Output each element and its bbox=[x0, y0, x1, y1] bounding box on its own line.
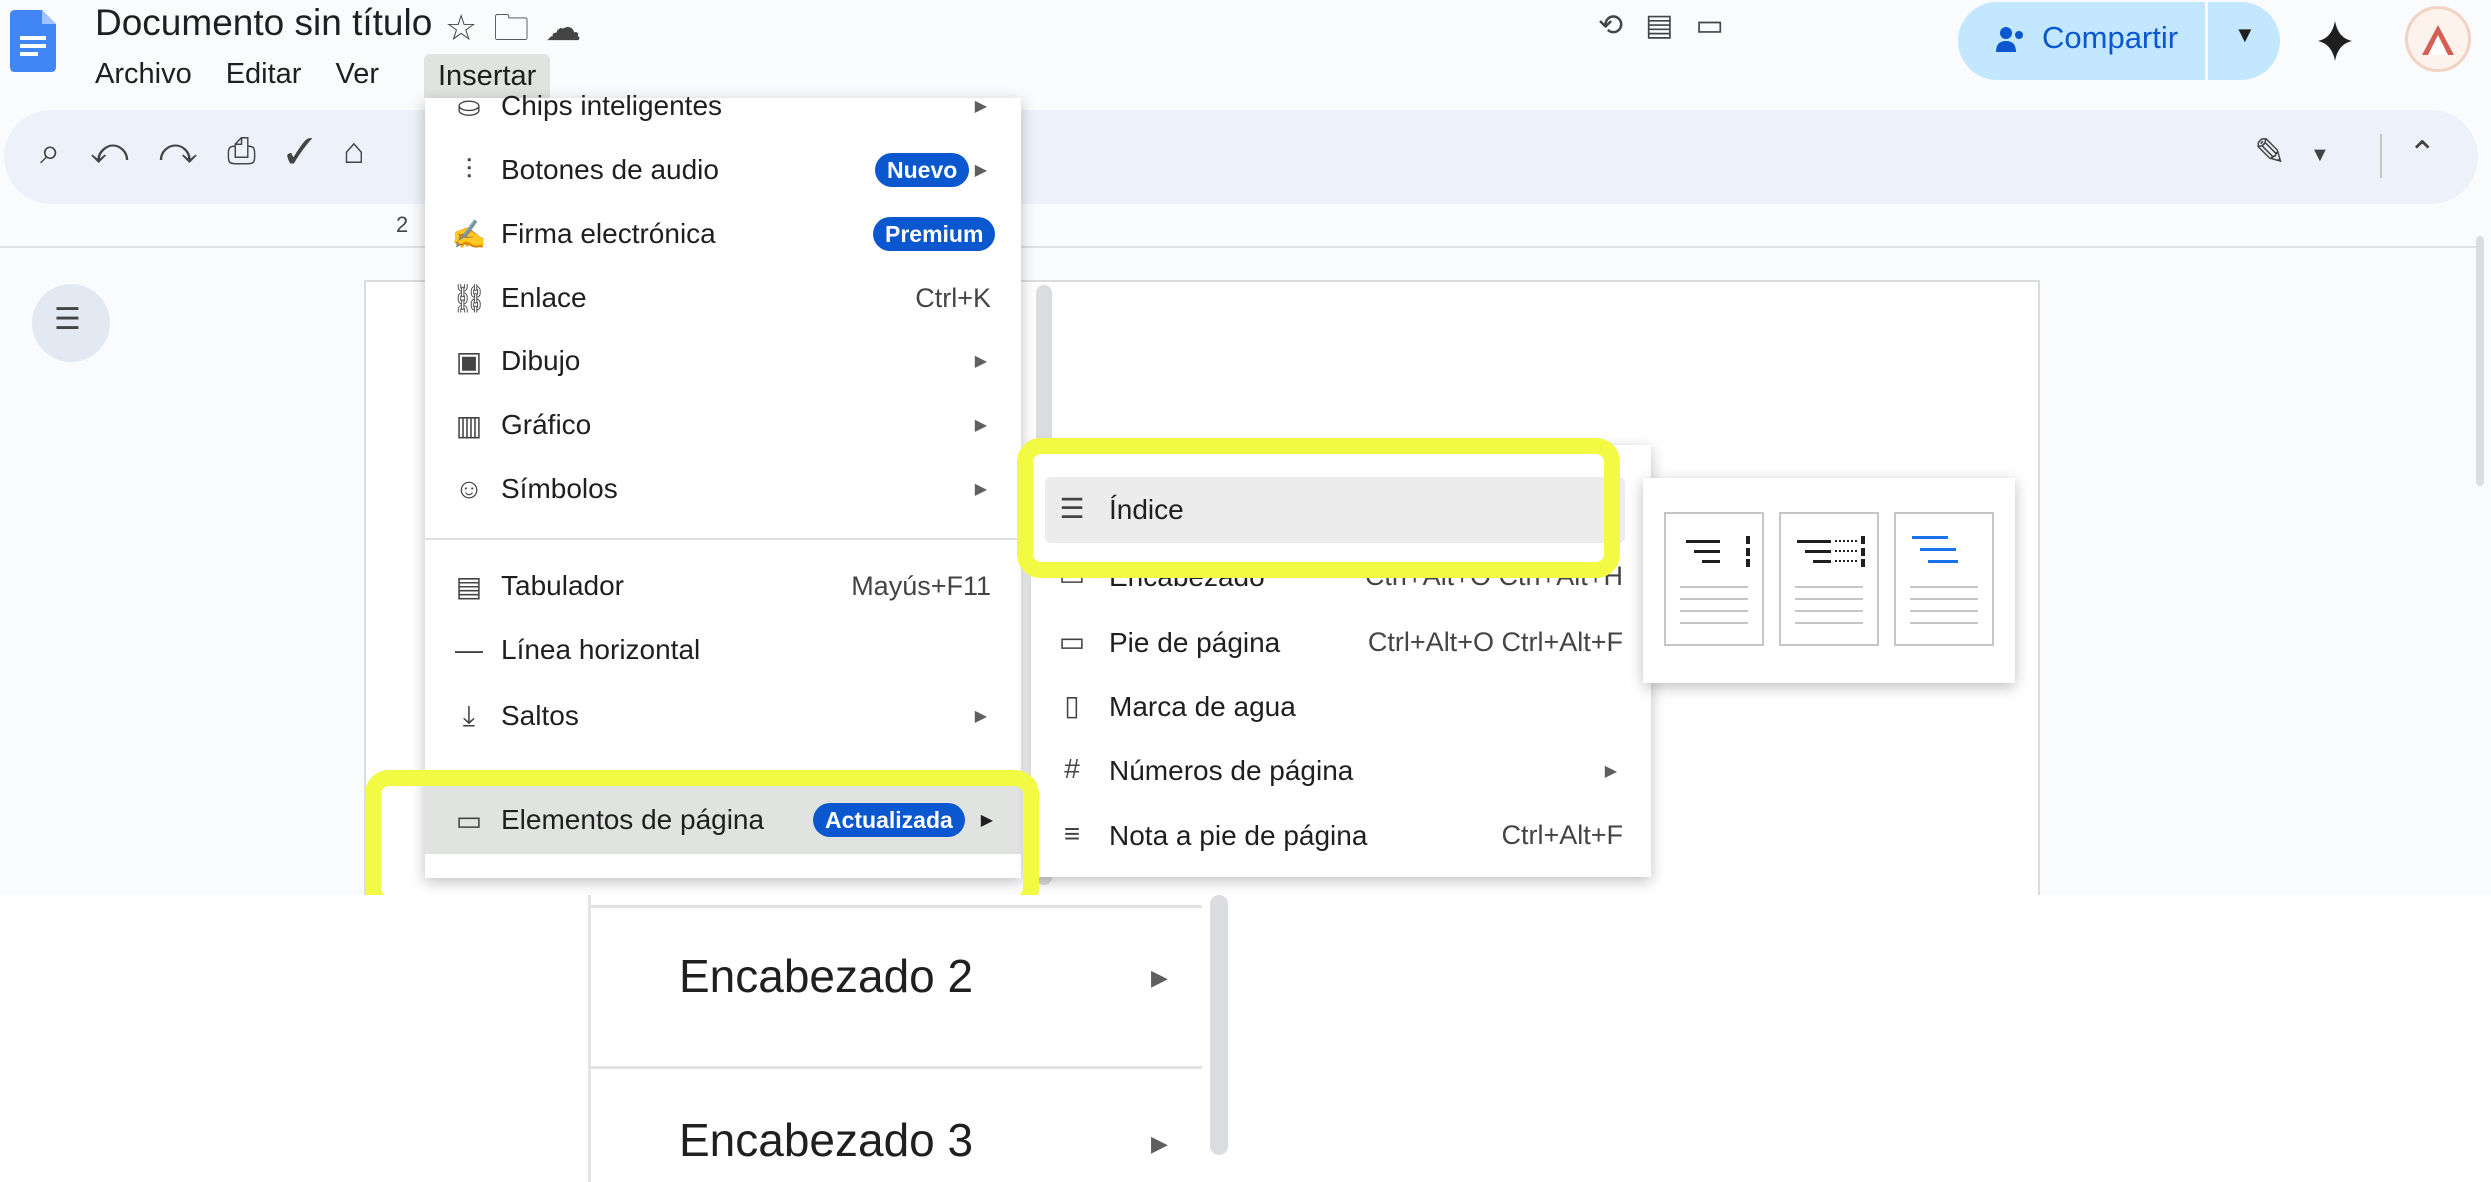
chart-icon: ▥ bbox=[455, 409, 483, 441]
toc-style-picker bbox=[1643, 478, 2015, 683]
menu-ver[interactable]: Ver bbox=[335, 58, 379, 91]
submenu-arrow-icon: ▶ bbox=[1604, 763, 1617, 780]
ruler bbox=[0, 246, 2480, 248]
submenu-item-page-numbers[interactable]: # Números de página ▶ bbox=[1031, 739, 1651, 803]
spellcheck-icon[interactable]: ✓ bbox=[286, 130, 343, 171]
document-title[interactable]: Documento sin título bbox=[95, 2, 432, 44]
premium-badge: Premium bbox=[873, 217, 996, 251]
new-badge: Nuevo bbox=[875, 153, 970, 187]
toolbar-divider bbox=[2380, 134, 2382, 178]
panel-scrollbar[interactable] bbox=[1210, 895, 1228, 1155]
footnote-icon: ≡ bbox=[1063, 818, 1081, 849]
menu-editar[interactable]: Editar bbox=[226, 58, 302, 91]
hash-icon: # bbox=[1064, 753, 1080, 784]
panel-divider bbox=[590, 905, 1202, 908]
print-icon[interactable]: ⎙ bbox=[227, 130, 286, 171]
highlight-indice bbox=[1017, 438, 1620, 578]
menu-item-tab[interactable]: ▤ Tabulador Mayús+F11 bbox=[425, 556, 1021, 616]
submenu-arrow-icon: ▶ bbox=[974, 162, 987, 179]
comments-icon[interactable]: ▤ bbox=[1645, 9, 1695, 42]
meet-icon[interactable]: ▭ bbox=[1696, 9, 1746, 42]
footer-icon: ▭ bbox=[1058, 626, 1086, 657]
highlight-page-elements bbox=[365, 770, 1039, 895]
toc-option-dotted[interactable] bbox=[1779, 512, 1879, 646]
docs-app: Documento sin título ☆🗀☁ Archivo Editar … bbox=[0, 0, 2491, 895]
link-icon: ⛓ bbox=[451, 282, 487, 314]
audio-wave-icon: ⫶ bbox=[465, 153, 473, 185]
menu-bar: Archivo Editar Ver bbox=[95, 52, 413, 96]
docs-logo-icon[interactable] bbox=[10, 10, 56, 72]
page-scrollbar[interactable] bbox=[2476, 236, 2484, 486]
redo-icon[interactable]: ↷ bbox=[159, 130, 227, 171]
star-icon[interactable]: ☆ bbox=[445, 7, 493, 48]
smart-chips-icon: ⛀ bbox=[457, 90, 481, 122]
move-folder-icon[interactable]: 🗀 bbox=[493, 7, 545, 48]
submenu-arrow-icon: ▶ bbox=[974, 708, 987, 725]
history-icon[interactable]: ⟲ bbox=[1598, 9, 1645, 42]
tab-icon: ▤ bbox=[455, 570, 483, 602]
outline-list-icon: ☰ bbox=[54, 303, 81, 336]
insert-menu: ⛀ Chips inteligentes ▶ ⫶ Botones de audi… bbox=[425, 90, 1021, 878]
submenu-arrow-icon: ▶ bbox=[974, 353, 987, 370]
menu-item-link[interactable]: ⛓ Enlace Ctrl+K bbox=[425, 268, 1021, 328]
submenu-item-watermark[interactable]: ▯ Marca de agua bbox=[1031, 675, 1651, 739]
share-label: Compartir bbox=[2042, 20, 2179, 55]
signature-icon: ✍ bbox=[451, 218, 487, 250]
avatar-image-icon bbox=[2422, 25, 2454, 55]
menu-item-audio-buttons[interactable]: ⫶ Botones de audio Nuevo ▶ bbox=[425, 140, 1021, 200]
heading-3-item[interactable]: Encabezado 3 bbox=[679, 1113, 973, 1167]
gemini-icon[interactable] bbox=[2312, 10, 2358, 72]
heading-styles-panel: Encabezado 2 ▶ Encabezado 3 ▶ bbox=[588, 895, 1205, 1182]
menu-archivo[interactable]: Archivo bbox=[95, 58, 192, 91]
menu-divider bbox=[425, 538, 1021, 540]
menu-item-esignature[interactable]: ✍ Firma electrónica Premium bbox=[425, 204, 1021, 264]
heading-2-item[interactable]: Encabezado 2 bbox=[679, 949, 973, 1003]
share-divider bbox=[2205, 2, 2208, 80]
submenu-arrow-icon: ▶ bbox=[974, 481, 987, 498]
page-break-icon: ⤓ bbox=[462, 699, 476, 731]
undo-icon[interactable]: ↶ bbox=[90, 130, 158, 171]
menu-item-breaks[interactable]: ⤓ Saltos ▶ bbox=[425, 686, 1021, 746]
submenu-item-footnote[interactable]: ≡ Nota a pie de página Ctrl+Alt+F bbox=[1031, 804, 1651, 868]
edit-mode-icon[interactable]: ✎ bbox=[2254, 130, 2286, 175]
collapse-menus-icon[interactable]: ⌃ bbox=[2408, 134, 2437, 174]
toc-option-numbered[interactable] bbox=[1664, 512, 1764, 646]
drawing-icon: ▣ bbox=[455, 345, 483, 377]
toc-option-links[interactable] bbox=[1894, 512, 1994, 646]
submenu-arrow-icon: ▶ bbox=[974, 98, 987, 115]
paint-format-icon[interactable]: ⌂ bbox=[343, 130, 395, 171]
share-dropdown-icon[interactable]: ▼ bbox=[2234, 22, 2256, 48]
header-actions: ⟲▤▭ bbox=[1598, 8, 1746, 43]
menu-item-chips[interactable]: ⛀ Chips inteligentes ▶ bbox=[425, 84, 1021, 128]
menu-item-horizontal-line[interactable]: — Línea horizontal bbox=[425, 620, 1021, 680]
submenu-arrow-icon: ▶ bbox=[1151, 1131, 1168, 1156]
edit-mode-dropdown-icon[interactable]: ▼ bbox=[2310, 144, 2330, 167]
menu-item-chart[interactable]: ▥ Gráfico ▶ bbox=[425, 395, 1021, 455]
submenu-arrow-icon: ▶ bbox=[1151, 965, 1168, 990]
ruler-number: 2 bbox=[396, 212, 409, 237]
menu-item-drawing[interactable]: ▣ Dibujo ▶ bbox=[425, 331, 1021, 391]
panel-divider bbox=[590, 1066, 1202, 1069]
submenu-arrow-icon: ▶ bbox=[974, 417, 987, 434]
submenu-item-footer[interactable]: ▭ Pie de página Ctrl+Alt+O Ctrl+Alt+F bbox=[1031, 611, 1651, 675]
menu-item-symbols[interactable]: ☺ Símbolos ▶ bbox=[425, 459, 1021, 519]
avatar[interactable] bbox=[2405, 6, 2471, 72]
watermark-icon: ▯ bbox=[1064, 690, 1080, 721]
search-icon[interactable]: ⌕ bbox=[40, 130, 90, 171]
horizontal-line-icon: — bbox=[455, 634, 483, 665]
toolbar-icons: ⌕↶↷⎙✓⌂ bbox=[40, 130, 395, 173]
lock-icon bbox=[1996, 27, 2023, 52]
cloud-status-icon[interactable]: ☁ bbox=[545, 7, 597, 48]
emoji-icon: ☺ bbox=[454, 473, 484, 504]
